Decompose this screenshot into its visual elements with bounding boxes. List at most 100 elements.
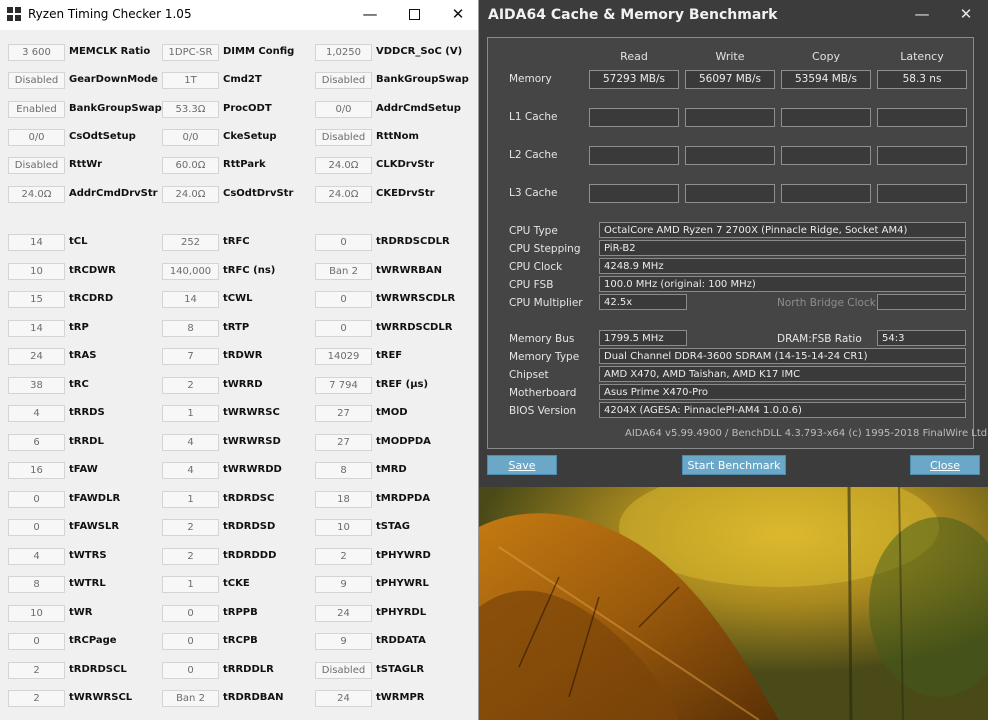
- timing-label: tRCDWR: [69, 264, 116, 276]
- timing-label: AddrCmdDrvStr: [69, 187, 158, 199]
- timing-twrmpr: 24 tWRMPR: [315, 690, 475, 707]
- l3-write-value: [685, 184, 775, 203]
- maximize-button[interactable]: [392, 0, 436, 30]
- timing-label: tWRWRBAN: [376, 264, 442, 276]
- timing-cmd2t: 1T Cmd2T: [162, 72, 322, 90]
- aida-minimize-button[interactable]: —: [900, 0, 944, 30]
- timing-label: tWRRD: [223, 378, 263, 390]
- timing-value: 1,0250: [315, 44, 372, 61]
- timing-trcdwr: 10 tRCDWR: [8, 262, 168, 280]
- timing-label: tFAW: [69, 464, 98, 475]
- timing-twtrl: 8 tWTRL: [8, 576, 168, 593]
- motherboard-label: Motherboard: [509, 387, 577, 399]
- timing-value: 24: [315, 690, 372, 707]
- timing-label: tMODPDA: [376, 435, 431, 447]
- header-read: Read: [620, 50, 648, 63]
- cpu-stepping-value: PiR-B2: [599, 240, 966, 256]
- timing-value: 0: [162, 661, 219, 679]
- timing-memclk-ratio: 3 600 MEMCLK Ratio: [8, 44, 168, 61]
- timing-label: tRPPB: [223, 606, 258, 618]
- timing-label: tRRDS: [69, 407, 105, 418]
- timing-value: 1DPC-SR: [162, 44, 219, 61]
- timing-tmodpda: 27 tMODPDA: [315, 433, 475, 451]
- timing-value: 7 794: [315, 376, 372, 394]
- timing-value: 2: [315, 547, 372, 565]
- aida-window-title: AIDA64 Cache & Memory Benchmark: [488, 7, 778, 23]
- timing-value: Disabled: [8, 157, 65, 175]
- save-button[interactable]: Save: [487, 455, 557, 475]
- timing-vddcr-soc-v: 1,0250 VDDCR_SoC (V): [315, 44, 475, 61]
- timing-tphywrl: 9 tPHYWRL: [315, 576, 475, 593]
- timing-addrcmddrvstr: 24.0Ω AddrCmdDrvStr: [8, 185, 168, 203]
- timing-tmod: 27 tMOD: [315, 405, 475, 422]
- memory-copy-value: 53594 MB/s: [781, 70, 871, 89]
- l3-read-value: [589, 184, 679, 203]
- timing-trddata: 9 tRDDATA: [315, 633, 475, 650]
- l1-read-value: [589, 108, 679, 127]
- timing-twrwrban: Ban 2 tWRWRBAN: [315, 262, 475, 280]
- timing-twrrd: 2 tWRRD: [162, 376, 322, 394]
- timing-label: tRRDL: [69, 435, 104, 447]
- timing-value: 14: [8, 319, 65, 337]
- timing-clkdrvstr: 24.0Ω CLKDrvStr: [315, 157, 475, 175]
- memory-type-label: Memory Type: [509, 351, 580, 363]
- timing-value: 3 600: [8, 44, 65, 61]
- timing-label: tWRWRSCL: [69, 692, 133, 703]
- close-window-button[interactable]: Close: [910, 455, 980, 475]
- timing-tmrd: 8 tMRD: [315, 462, 475, 479]
- timing-bankgroupswap: Disabled BankGroupSwap: [315, 72, 475, 90]
- timing-grid: 3 600 MEMCLK Ratio 1DPC-SR DIMM Config 1,025…: [0, 30, 478, 720]
- timing-twrwrdd: 4 tWRWRDD: [162, 462, 322, 479]
- timing-value: Enabled: [8, 100, 65, 118]
- minimize-button[interactable]: —: [348, 0, 392, 30]
- timing-value: 0: [162, 604, 219, 622]
- cpu-fsb-value: 100.0 MHz (original: 100 MHz): [599, 276, 966, 292]
- timing-label: CsOdtDrvStr: [223, 187, 294, 199]
- timing-label: tRAS: [69, 350, 97, 361]
- bios-version-value: 4204X (AGESA: PinnaclePI-AM4 1.0.0.6): [599, 402, 966, 418]
- l1-copy-value: [781, 108, 871, 127]
- timing-label: CKEDrvStr: [376, 187, 435, 199]
- l3-latency-value: [877, 184, 967, 203]
- timing-label: MEMCLK Ratio: [69, 46, 151, 57]
- chipset-value: AMD X470, AMD Taishan, AMD K17 IMC: [599, 366, 966, 382]
- memory-write-value: 56097 MB/s: [685, 70, 775, 89]
- timing-trdrdsc: 1 tRDRDSC: [162, 490, 322, 508]
- timing-value: 0/0: [162, 128, 219, 146]
- timing-label: tSTAGLR: [376, 663, 425, 675]
- rtc-title-bar[interactable]: Ryzen Timing Checker 1.05 — ✕: [0, 0, 478, 30]
- header-copy: Copy: [812, 50, 840, 63]
- row-label-memory: Memory: [509, 73, 552, 85]
- chipset-label: Chipset: [509, 369, 549, 381]
- timing-label: tRDRDSC: [223, 492, 275, 504]
- timing-ckesetup: 0/0 CkeSetup: [162, 128, 322, 146]
- timing-tref: 14029 tREF: [315, 348, 475, 365]
- timing-label: tFAWDLR: [69, 492, 121, 504]
- timing-trfc-ns: 140,000 tRFC (ns): [162, 262, 322, 280]
- timing-value: 2: [162, 519, 219, 536]
- cpu-multiplier-label: CPU Multiplier: [509, 297, 583, 309]
- aida-close-button[interactable]: ✕: [944, 0, 988, 30]
- cpu-type-value: OctalCore AMD Ryzen 7 2700X (Pinnacle Ri…: [599, 222, 966, 238]
- start-benchmark-button[interactable]: Start Benchmark: [682, 455, 786, 475]
- cpu-fsb-label: CPU FSB: [509, 279, 554, 291]
- timing-label: tRDRDSCDLR: [376, 236, 450, 247]
- close-button[interactable]: ✕: [436, 0, 478, 30]
- timing-value: 14: [8, 234, 65, 251]
- cpu-stepping-label: CPU Stepping: [509, 243, 581, 255]
- timing-label: tRCPB: [223, 635, 258, 646]
- wallpaper-leaf-image: [479, 487, 988, 720]
- timing-label: tWRWRDD: [223, 464, 282, 475]
- timing-label: tREF: [376, 350, 403, 361]
- timing-value: 8: [162, 319, 219, 337]
- timing-value: 7: [162, 348, 219, 365]
- timing-trfc: 252 tRFC: [162, 234, 322, 251]
- benchmark-panel: Read Write Copy Latency Memory 57293 MB/…: [487, 37, 974, 449]
- timing-label: tWTRL: [69, 578, 106, 589]
- timing-label: tRDRDSD: [223, 521, 276, 532]
- timing-trdrdban: Ban 2 tRDRDBAN: [162, 690, 322, 707]
- timing-csodtsetup: 0/0 CsOdtSetup: [8, 128, 168, 146]
- timing-label: GearDownMode: [69, 74, 158, 86]
- timing-tphywrd: 2 tPHYWRD: [315, 547, 475, 565]
- timing-trp: 14 tRP: [8, 319, 168, 337]
